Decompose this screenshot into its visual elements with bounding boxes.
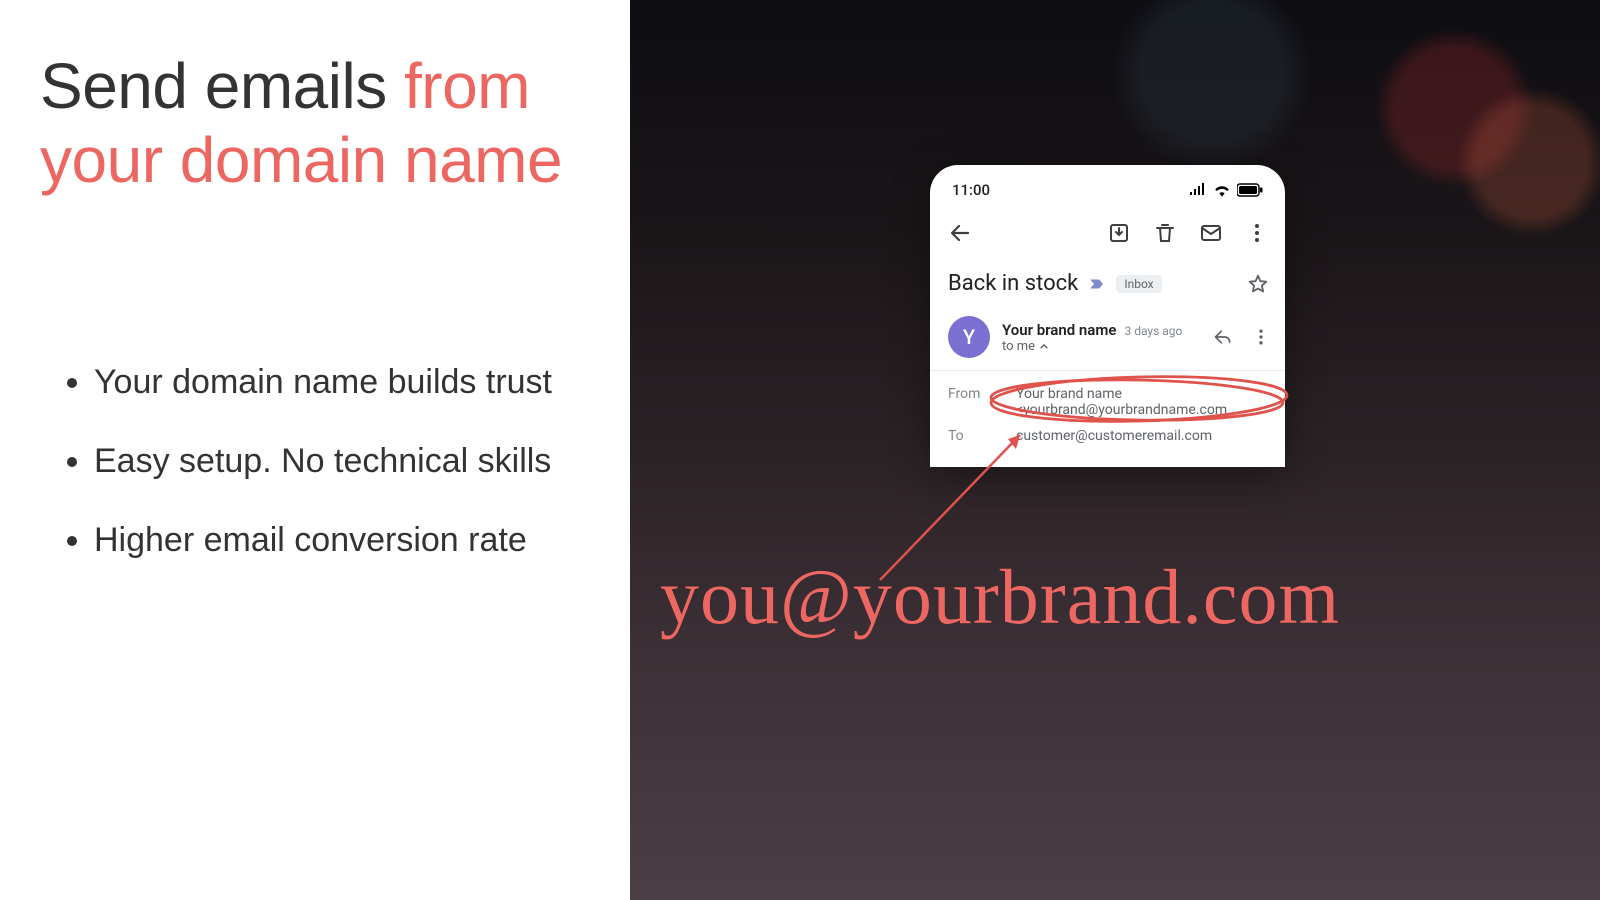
star-icon[interactable]	[1247, 273, 1269, 295]
bullet-item: Higher email conversion rate	[94, 520, 590, 561]
sender-name: Your brand name	[1002, 321, 1116, 339]
from-label: From	[948, 386, 1016, 418]
label-chevron-icon	[1088, 275, 1106, 293]
slide: Send emails from your domain name Your d…	[0, 0, 1600, 900]
battery-icon	[1237, 183, 1263, 197]
headline: Send emails from your domain name	[40, 50, 590, 197]
sender-date: 3 days ago	[1124, 324, 1182, 338]
from-value: Your brand name <yourbrand@yourbrandname…	[1016, 386, 1267, 418]
signal-icon	[1189, 183, 1207, 197]
details-to-row: To customer@customeremail.com	[948, 423, 1267, 449]
more-icon[interactable]	[1245, 221, 1269, 245]
bullet-item: Your domain name builds trust	[94, 362, 590, 403]
sender-row: Y Your brand name 3 days ago to me	[930, 304, 1285, 370]
callout-email: you@yourbrand.com	[660, 552, 1340, 642]
avatar: Y	[948, 316, 990, 358]
reply-icon[interactable]	[1213, 327, 1233, 347]
phone-mock: 11:00	[930, 165, 1285, 467]
sender-actions	[1213, 327, 1271, 347]
wifi-icon	[1213, 183, 1231, 197]
headline-plain: Send emails	[40, 50, 404, 122]
chevron-up-icon	[1037, 339, 1051, 353]
to-value: customer@customeremail.com	[1016, 428, 1267, 444]
archive-icon[interactable]	[1107, 221, 1131, 245]
to-me-text: to me	[1002, 339, 1035, 354]
right-panel: 11:00	[630, 0, 1600, 900]
bullet-list: Your domain name builds trust Easy setup…	[40, 362, 590, 560]
avatar-letter: Y	[963, 325, 975, 349]
status-time: 11:00	[952, 181, 990, 199]
inbox-chip: Inbox	[1116, 275, 1161, 293]
bullet-item: Easy setup. No technical skills	[94, 441, 590, 482]
mail-icon[interactable]	[1199, 221, 1223, 245]
status-icons	[1189, 183, 1263, 197]
back-icon[interactable]	[948, 221, 972, 245]
details-from-row: From Your brand name <yourbrand@yourbran…	[948, 381, 1267, 423]
subject-row: Back in stock Inbox	[930, 253, 1285, 304]
more-icon[interactable]	[1251, 327, 1271, 347]
email-toolbar	[930, 205, 1285, 253]
email-details: From Your brand name <yourbrand@yourbran…	[930, 370, 1285, 467]
email-subject: Back in stock	[948, 271, 1078, 296]
status-bar: 11:00	[930, 179, 1285, 205]
to-label: To	[948, 428, 1016, 444]
recipient-summary[interactable]: to me	[1002, 339, 1201, 354]
trash-icon[interactable]	[1153, 221, 1177, 245]
left-panel: Send emails from your domain name Your d…	[0, 0, 630, 900]
sender-meta: Your brand name 3 days ago to me	[1002, 321, 1201, 354]
